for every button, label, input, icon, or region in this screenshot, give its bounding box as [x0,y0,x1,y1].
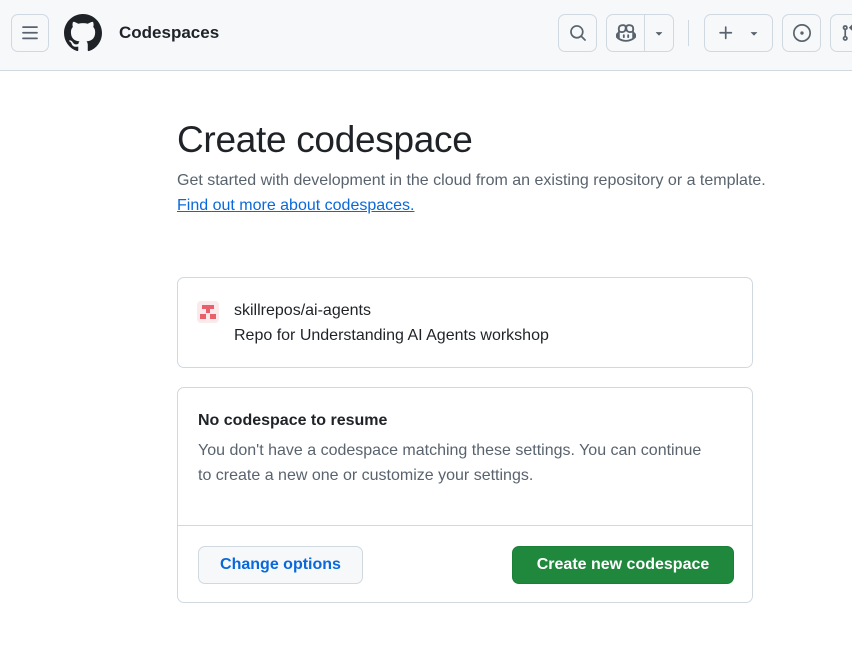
search-button[interactable] [558,14,597,52]
top-header: Codespaces [0,0,852,71]
status-title: No codespace to resume [198,412,388,429]
copilot-icon [615,24,636,42]
codespace-status-card: No codespace to resume You don't have a … [177,387,753,603]
app-title[interactable]: Codespaces [119,22,219,44]
create-codespace-button[interactable]: Create new codespace [512,546,734,584]
repo-owner-avatar [197,301,219,323]
triangle-down-icon [656,32,663,36]
repository-name: skillrepos/ai-agents [234,302,371,319]
create-new-button[interactable] [704,14,773,52]
page-title: Create codespace [177,119,473,160]
github-logo-icon[interactable] [64,14,102,52]
copilot-button-group [606,14,674,52]
page-subtitle: Get started with development in the clou… [177,168,767,218]
learn-more-link[interactable]: Find out more about codespaces. [177,197,414,214]
status-message: You don't have a codespace matching thes… [198,442,702,484]
issues-button[interactable] [782,14,821,52]
search-icon [569,25,586,41]
triangle-down-icon [750,32,757,36]
change-options-button[interactable]: Change options [198,546,363,584]
issue-opened-icon [792,24,811,42]
repository-card: skillrepos/ai-agents Repo for Understand… [177,277,753,368]
plus-icon [718,26,732,40]
git-pull-request-icon [842,24,852,41]
menu-button[interactable] [11,14,49,52]
subtitle-text: Get started with development in the clou… [177,172,766,189]
card-divider [178,525,752,526]
copilot-button[interactable] [607,15,646,51]
copilot-dropdown-button[interactable] [645,15,673,51]
header-divider [688,20,689,46]
pull-requests-button[interactable] [830,14,852,52]
repository-description: Repo for Understanding AI Agents worksho… [234,327,549,344]
hamburger-menu-icon [22,26,38,40]
